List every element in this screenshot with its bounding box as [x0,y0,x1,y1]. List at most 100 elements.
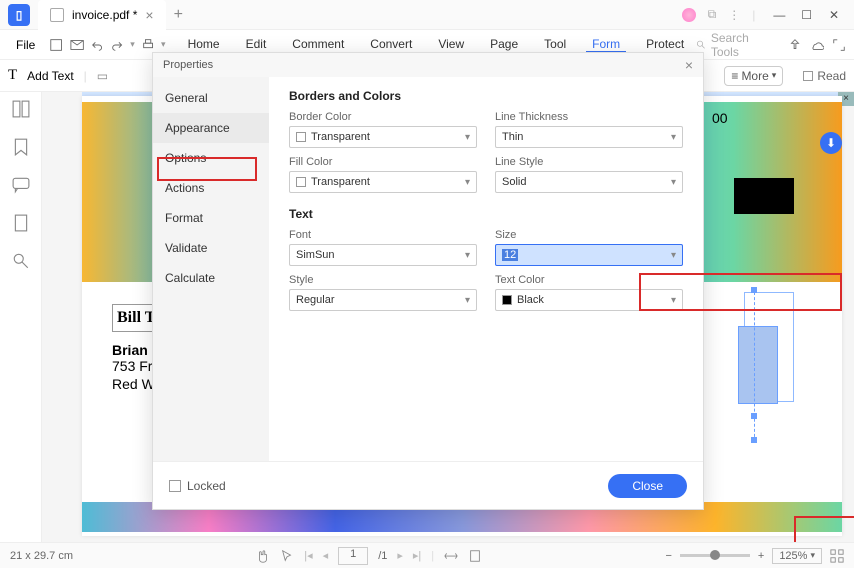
sidebar-item-appearance[interactable]: Appearance [153,113,269,143]
menu-home[interactable]: Home [182,37,226,53]
read-checkbox[interactable]: Read [803,69,846,83]
prev-page-icon[interactable]: ◂ [323,549,329,562]
last-page-icon[interactable]: ▸| [413,549,421,562]
total-charges: 00 [712,110,728,126]
read-label: Read [817,69,846,83]
line-thickness-value: Thin [502,131,523,143]
user-avatar-icon[interactable] [682,8,696,22]
zoom-thumb[interactable] [710,550,720,560]
print-icon[interactable] [141,37,155,53]
cloud-icon[interactable] [810,38,824,52]
sidebar-item-general[interactable]: General [153,83,269,113]
save-icon[interactable] [49,37,63,53]
chevron-down-icon: ▾ [465,295,470,306]
page-input[interactable]: 1 [338,547,368,565]
pdf-icon [50,8,64,22]
menu-form[interactable]: Form [586,37,626,53]
checkbox-icon [169,480,181,492]
fit-page-icon[interactable] [468,549,482,563]
next-page-icon[interactable]: ▸ [397,549,403,562]
menu-edit[interactable]: Edit [240,37,273,53]
customer-name: Brian [112,342,155,358]
chevron-down-icon: ▾ [465,132,470,143]
line-thickness-select[interactable]: Thin ▾ [495,126,683,148]
close-tab-icon[interactable]: × [145,7,153,23]
field-tool-icon[interactable]: ▭ [97,69,108,83]
chevron-down-icon: ▾ [465,177,470,188]
minimize-button[interactable]: — [767,8,791,22]
expand-icon[interactable] [832,38,846,52]
guide-line [754,292,755,442]
menu-tool[interactable]: Tool [538,37,572,53]
size-label: Size [495,229,683,241]
first-page-icon[interactable]: |◂ [304,549,312,562]
document-tab[interactable]: invoice.pdf * × [38,0,166,30]
sidebar-item-actions[interactable]: Actions [153,173,269,203]
section-borders: Borders and Colors [289,89,683,103]
zoom-out-icon[interactable]: − [665,550,671,562]
menu-protect[interactable]: Protect [640,37,690,53]
new-tab-button[interactable]: + [174,6,183,24]
menu-page[interactable]: Page [484,37,524,53]
sidebar-item-format[interactable]: Format [153,203,269,233]
menu-view[interactable]: View [432,37,470,53]
more-dropdown[interactable]: ≡ More ▾ [724,66,783,86]
hand-tool-icon[interactable] [256,549,270,563]
file-menu[interactable]: File [8,38,43,52]
dialog-close-icon[interactable]: × [685,57,693,73]
style-select[interactable]: Regular▾ [289,289,477,311]
sidebar-item-options[interactable]: Options [153,143,269,173]
select-tool-icon[interactable] [280,549,294,563]
view-mode-icon[interactable] [830,549,844,563]
add-text-button[interactable]: Add Text [27,69,73,83]
undo-icon[interactable] [90,37,104,53]
thumbnails-icon[interactable] [12,100,30,118]
window-icon[interactable]: ⧉ [708,7,717,22]
sidebar-item-validate[interactable]: Validate [153,233,269,263]
redo-icon[interactable] [110,37,124,53]
page-total: /1 [378,550,387,562]
text-tool-icon[interactable]: T [8,67,17,84]
menu-convert[interactable]: Convert [364,37,418,53]
sidebar-item-calculate[interactable]: Calculate [153,263,269,293]
menu-lines-icon: ≡ [731,69,738,83]
section-text: Text [289,207,683,221]
fill-color-label: Fill Color [289,156,477,168]
zoom-value: 125% [779,550,807,562]
chevron-down-icon: ▾ [671,132,676,143]
font-value: SimSun [296,249,335,261]
text-color-value: Black [517,294,544,306]
zoom-select[interactable]: 125%▾ [772,548,822,564]
comments-icon[interactable] [12,176,30,194]
kebab-menu-icon[interactable]: ⋮ [728,8,740,22]
dialog-sidebar: General Appearance Options Actions Forma… [153,77,269,461]
border-color-select[interactable]: Transparent▾ [289,126,477,148]
maximize-button[interactable]: ☐ [795,8,819,22]
mail-icon[interactable] [70,37,84,53]
dropdown-icon[interactable]: ▾ [130,39,135,50]
fit-width-icon[interactable] [444,549,458,563]
chevron-down-icon: ▾ [465,250,470,261]
attachments-icon[interactable] [12,214,30,232]
form-field-selected[interactable] [738,326,778,404]
customer-addr1: 753 Fr [112,358,152,374]
dropdown-icon[interactable]: ▾ [161,39,166,50]
font-select[interactable]: SimSun ▾ [289,244,477,266]
line-style-select[interactable]: Solid▾ [495,171,683,193]
size-select[interactable]: 12▾ [495,244,683,266]
search-tools[interactable]: Search Tools [696,31,772,59]
download-badge-icon[interactable]: ⬇ [820,132,842,154]
locked-checkbox[interactable]: Locked [169,479,226,493]
close-window-button[interactable]: ✕ [822,8,846,22]
share-icon[interactable] [788,38,802,52]
bookmarks-icon[interactable] [12,138,30,156]
text-color-select[interactable]: Black▾ [495,289,683,311]
zoom-in-icon[interactable]: + [758,550,764,562]
more-label: More [741,69,768,83]
close-button[interactable]: Close [608,474,687,498]
menu-comment[interactable]: Comment [286,37,350,53]
search-icon [696,39,707,51]
fill-color-select[interactable]: Transparent▾ [289,171,477,193]
zoom-slider[interactable] [680,554,750,557]
search-panel-icon[interactable] [12,252,30,270]
